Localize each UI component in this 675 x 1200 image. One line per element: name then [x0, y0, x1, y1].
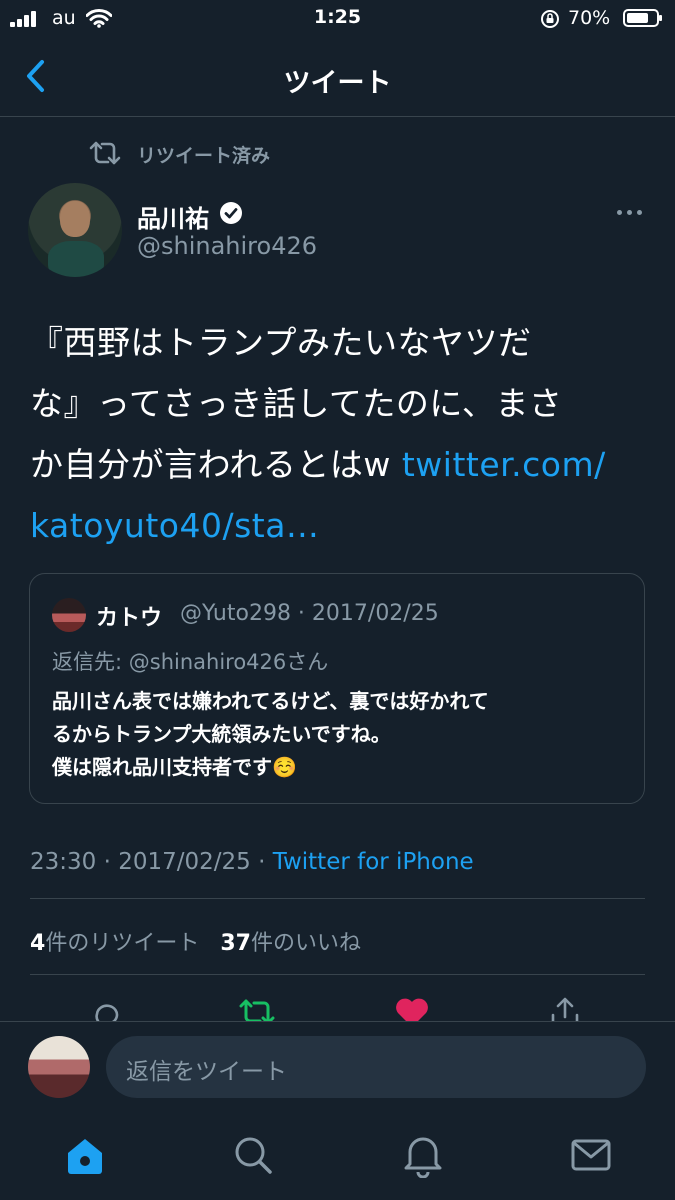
- tweet-link[interactable]: twitter.com/: [402, 445, 606, 484]
- reply-icon[interactable]: [89, 997, 123, 1021]
- reply-input[interactable]: 返信をツイート: [106, 1036, 646, 1098]
- battery-percent: 70%: [568, 7, 611, 29]
- quoted-author-name: カトウ: [96, 606, 163, 631]
- notifications-bell-icon[interactable]: [402, 1132, 444, 1178]
- battery-icon: [623, 9, 662, 27]
- own-avatar[interactable]: [28, 1036, 90, 1098]
- divider: [30, 898, 645, 899]
- tweet-source[interactable]: Twitter for iPhone: [273, 849, 474, 875]
- tweet-line: か自分が言われるとはw twitter.com/: [30, 445, 606, 484]
- home-icon[interactable]: [64, 1134, 106, 1176]
- rotation-lock-icon: [541, 10, 559, 28]
- quoted-tweet[interactable]: カトウ @Yuto298 · 2017/02/25 返信先: @shinahir…: [29, 573, 645, 804]
- quoted-avatar: [52, 598, 86, 632]
- reply-bar-divider: [0, 1021, 675, 1022]
- tweet-line: 『西野はトランプみたいなヤツだ: [30, 323, 532, 362]
- quoted-text: 品川さん表では嫌われてるけど、裏では好かれて るからトランプ大統領みたいですね。…: [52, 689, 489, 779]
- quoted-handle-date: @Yuto298 · 2017/02/25: [180, 601, 439, 626]
- likes-stat[interactable]: 37件のいいね: [220, 931, 361, 956]
- tweet-link-continued[interactable]: katoyuto40/sta…: [30, 495, 650, 556]
- reply-placeholder: 返信をツイート: [126, 1059, 287, 1085]
- retweet-action-icon[interactable]: [238, 997, 276, 1021]
- retweet-icon: [89, 141, 121, 165]
- author-name[interactable]: 品川祐: [137, 199, 209, 234]
- retweet-context-label: リツイート済み: [137, 145, 271, 167]
- search-icon[interactable]: [232, 1134, 274, 1176]
- share-icon[interactable]: [548, 995, 582, 1021]
- status-bar: au 1:25 70%: [0, 0, 675, 38]
- nav-header: ツイート: [0, 38, 675, 117]
- tweet-timestamp: 23:30 · 2017/02/25 ·: [30, 849, 273, 875]
- author-handle[interactable]: @shinahiro426: [137, 232, 317, 260]
- tweet-line: な』ってさっき話してたのに、まさ: [30, 384, 563, 423]
- page-title: ツイート: [283, 68, 392, 99]
- smile-emoji-icon: ☺️: [272, 755, 297, 779]
- action-bar: [0, 975, 675, 1021]
- author-avatar[interactable]: [28, 183, 122, 277]
- tweet-text: 『西野はトランプみたいなヤツだ な』ってさっき話してたのに、まさ か自分が言われ…: [30, 312, 650, 556]
- verified-badge-icon: [220, 202, 242, 224]
- tweet-meta: 23:30 · 2017/02/25 · Twitter for iPhone: [30, 849, 474, 875]
- tweet-stats: 4件のリツイート 37件のいいね: [30, 925, 361, 957]
- retweets-stat[interactable]: 4件のリツイート: [30, 931, 199, 956]
- quoted-reply-to: 返信先: @shinahiro426さん: [52, 650, 329, 674]
- more-options-icon[interactable]: [617, 210, 643, 216]
- like-heart-icon[interactable]: [394, 997, 430, 1021]
- bottom-tab-bar: [0, 1120, 675, 1200]
- messages-mail-icon[interactable]: [570, 1138, 612, 1172]
